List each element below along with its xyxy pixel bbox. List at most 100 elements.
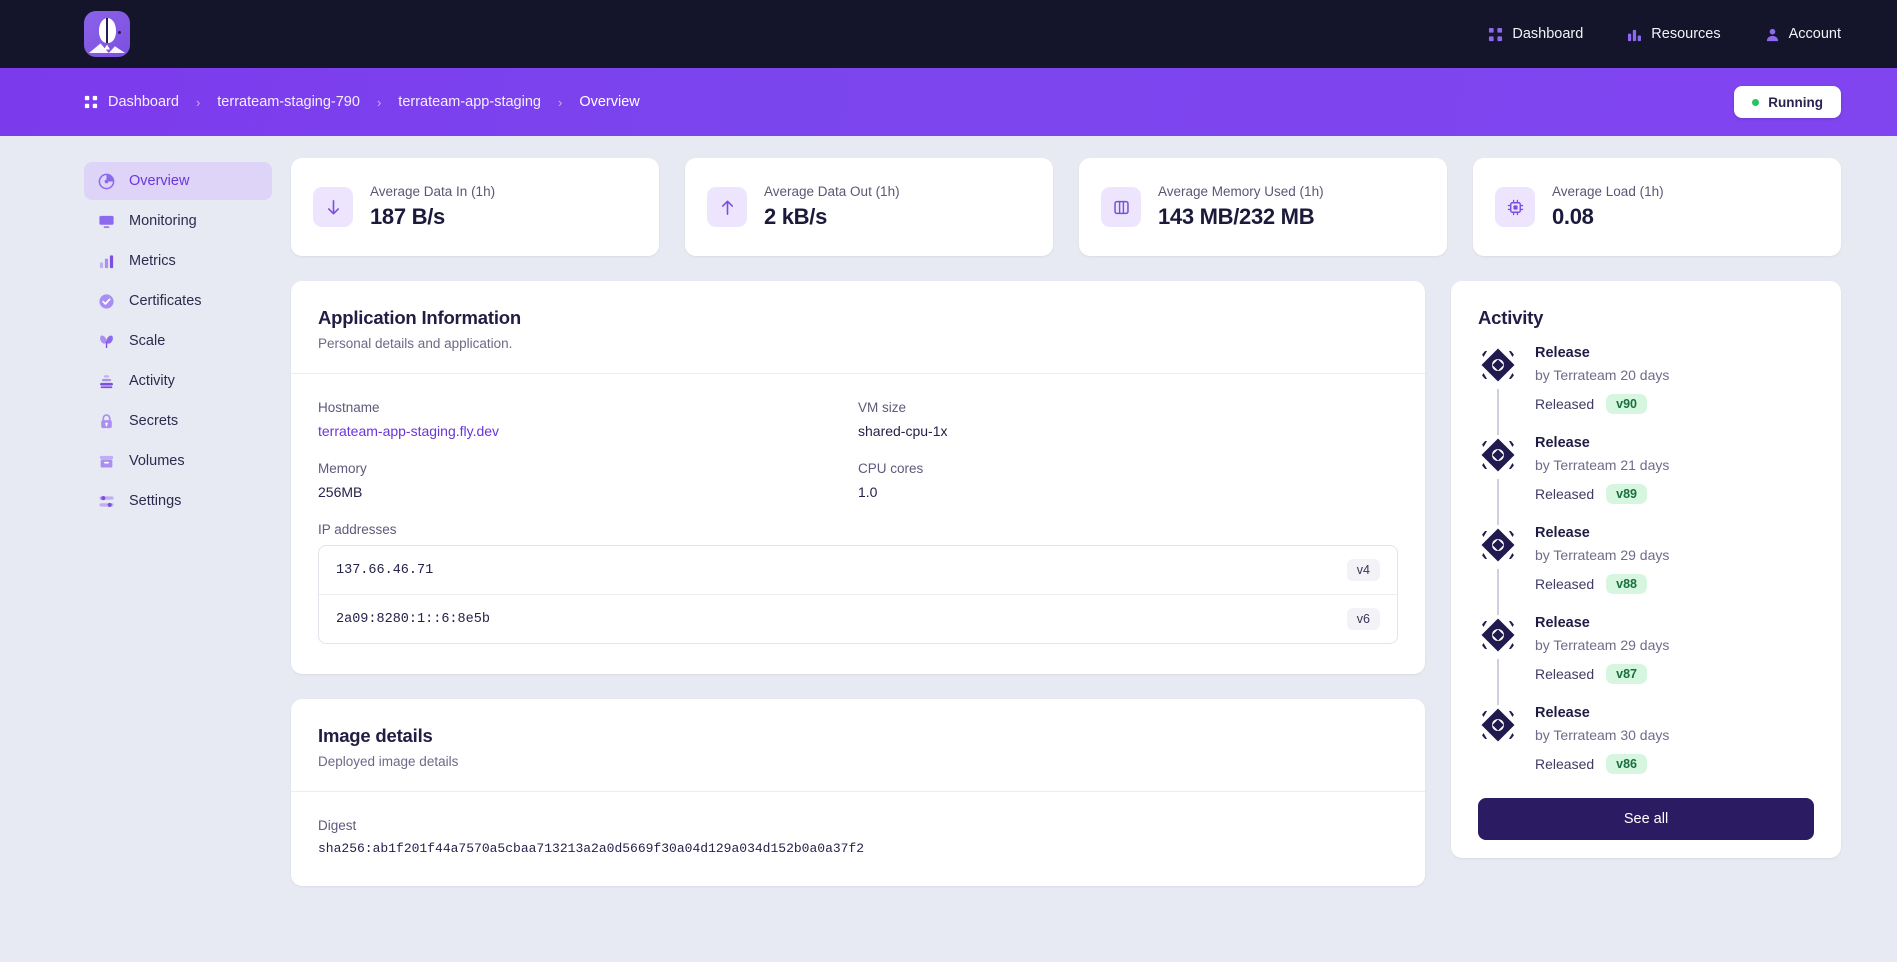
activity-item-title: Release — [1535, 525, 1590, 541]
sidebar-item-label: Scale — [129, 333, 166, 349]
sidebar-item-overview[interactable]: Overview — [84, 162, 272, 200]
list-item[interactable]: Release by Terrateam 30 days Released v8… — [1478, 705, 1814, 788]
ip-row-v6[interactable]: 2a09:8280:1::6:8e5b v6 — [319, 594, 1397, 643]
version-badge: v86 — [1606, 754, 1648, 774]
field-memory: Memory 256MB — [318, 461, 858, 500]
balloon-icon — [98, 17, 116, 43]
sidebar: Overview Monitoring Metrics Certificates — [84, 158, 272, 886]
sidebar-item-volumes[interactable]: Volumes — [84, 442, 272, 480]
grid-icon — [1488, 27, 1503, 42]
status-badge-label: Running — [1768, 94, 1823, 110]
bar-chart-icon — [98, 253, 115, 270]
image-details-fields: Digest sha256:ab1f201f44a7570a5cbaa71321… — [291, 792, 1425, 886]
timeline-connector — [1497, 569, 1499, 617]
breadcrumb-item-app[interactable]: terrateam-app-staging — [398, 94, 541, 110]
sidebar-item-settings[interactable]: Settings — [84, 482, 272, 520]
sidebar-item-label: Volumes — [129, 453, 185, 469]
ip-version-badge: v6 — [1346, 608, 1380, 630]
activity-item-status: Released v89 — [1535, 484, 1669, 504]
released-label: Released — [1535, 666, 1595, 682]
image-details-card: Image details Deployed image details Dig… — [291, 699, 1425, 886]
ip-address-value: 137.66.46.71 — [336, 562, 434, 578]
released-label: Released — [1535, 576, 1595, 592]
sidebar-item-scale[interactable]: Scale — [84, 322, 272, 360]
avatar — [1478, 705, 1518, 745]
activity-title: Activity — [1478, 307, 1544, 328]
arrow-up-icon — [707, 187, 747, 227]
breadcrumb-separator: › — [557, 94, 563, 110]
breadcrumb-item-dashboard[interactable]: Dashboard — [108, 94, 179, 110]
stat-label: Average Data Out (1h) — [764, 184, 900, 199]
breadcrumb-item-org[interactable]: terrateam-staging-790 — [217, 94, 360, 110]
activity-item-author: by Terrateam 21 days — [1535, 457, 1670, 473]
sidebar-item-metrics[interactable]: Metrics — [84, 242, 272, 280]
timeline-connector — [1497, 479, 1499, 527]
ip-version-badge: v4 — [1346, 559, 1380, 581]
check-badge-icon — [98, 293, 115, 310]
ip-row-v4[interactable]: 137.66.46.71 v4 — [319, 546, 1397, 594]
sidebar-item-certificates[interactable]: Certificates — [84, 282, 272, 320]
list-item[interactable]: Release by Terrateam 21 days Released v8… — [1478, 435, 1814, 527]
breadcrumb-item-overview[interactable]: Overview — [579, 94, 639, 110]
field-value-hostname[interactable]: terrateam-app-staging.fly.dev — [318, 423, 858, 439]
cpu-icon — [1495, 187, 1535, 227]
activity-item-status: Released v86 — [1535, 754, 1669, 774]
memory-icon — [1101, 187, 1141, 227]
app-info-fields: Hostname terrateam-app-staging.fly.dev V… — [291, 374, 1425, 674]
top-nav-links: Dashboard Resources Account — [1488, 26, 1841, 42]
breadcrumb-separator: › — [376, 94, 382, 110]
activity-card: Activity Release by Terrateam 20 days Re… — [1451, 281, 1841, 858]
topnav-account-label: Account — [1788, 26, 1841, 42]
sidebar-item-label: Settings — [129, 493, 182, 509]
sidebar-item-label: Secrets — [129, 413, 179, 429]
avatar — [1478, 525, 1518, 565]
released-label: Released — [1535, 486, 1595, 502]
timeline-connector — [1497, 659, 1499, 707]
logo-dot — [118, 31, 121, 34]
field-label: VM size — [858, 400, 907, 415]
sidebar-item-monitoring[interactable]: Monitoring — [84, 202, 272, 240]
stat-card-data-out: Average Data Out (1h) 2 kB/s — [685, 158, 1053, 256]
list-item[interactable]: Release by Terrateam 20 days Released v9… — [1478, 345, 1814, 437]
stat-value: 0.08 — [1552, 204, 1594, 229]
breadcrumb: Dashboard › terrateam-staging-790 › terr… — [84, 94, 640, 110]
sidebar-item-label: Certificates — [129, 293, 202, 309]
activity-header: Activity — [1451, 281, 1841, 345]
leaf-icon — [98, 333, 115, 350]
topnav-account[interactable]: Account — [1765, 26, 1841, 42]
list-item[interactable]: Release by Terrateam 29 days Released v8… — [1478, 615, 1814, 707]
field-label: CPU cores — [858, 461, 924, 476]
field-label: Digest — [318, 818, 357, 833]
sidebar-item-activity[interactable]: Activity — [84, 362, 272, 400]
stat-card-row: Average Data In (1h) 187 B/s Average Dat… — [291, 158, 1841, 256]
pie-chart-icon — [98, 173, 115, 190]
activity-item-title: Release — [1535, 345, 1590, 361]
activity-item-body: Release by Terrateam 20 days Released v9… — [1535, 345, 1669, 414]
top-navigation-bar: Dashboard Resources Account — [0, 0, 1897, 68]
field-ip-addresses: IP addresses 137.66.46.71 v4 2a09:8280:1… — [318, 522, 1398, 644]
field-value-cpu-cores: 1.0 — [858, 484, 878, 500]
topnav-resources[interactable]: Resources — [1627, 26, 1721, 42]
field-digest: Digest sha256:ab1f201f44a7570a5cbaa71321… — [318, 818, 1398, 856]
activity-item-body: Release by Terrateam 29 days Released v8… — [1535, 615, 1669, 684]
monitor-icon — [98, 213, 115, 230]
see-all-button[interactable]: See all — [1478, 798, 1814, 840]
released-label: Released — [1535, 396, 1595, 412]
version-badge: v88 — [1606, 574, 1648, 594]
ip-address-value: 2a09:8280:1::6:8e5b — [336, 611, 490, 627]
archive-icon — [98, 453, 115, 470]
stat-label: Average Memory Used (1h) — [1158, 184, 1324, 199]
field-value-memory: 256MB — [318, 484, 363, 500]
activity-item-title: Release — [1535, 615, 1590, 631]
topnav-dashboard[interactable]: Dashboard — [1488, 26, 1583, 42]
version-badge: v90 — [1606, 394, 1648, 414]
fly-balloon-logo[interactable] — [84, 11, 130, 57]
stat-value: 187 B/s — [370, 204, 445, 229]
sliders-icon — [98, 493, 115, 510]
sidebar-item-secrets[interactable]: Secrets — [84, 402, 272, 440]
activity-item-body: Release by Terrateam 29 days Released v8… — [1535, 525, 1669, 594]
activity-list: Release by Terrateam 20 days Released v9… — [1451, 345, 1841, 788]
topnav-dashboard-label: Dashboard — [1512, 26, 1584, 42]
field-label: IP addresses — [318, 522, 397, 537]
list-item[interactable]: Release by Terrateam 29 days Released v8… — [1478, 525, 1814, 617]
